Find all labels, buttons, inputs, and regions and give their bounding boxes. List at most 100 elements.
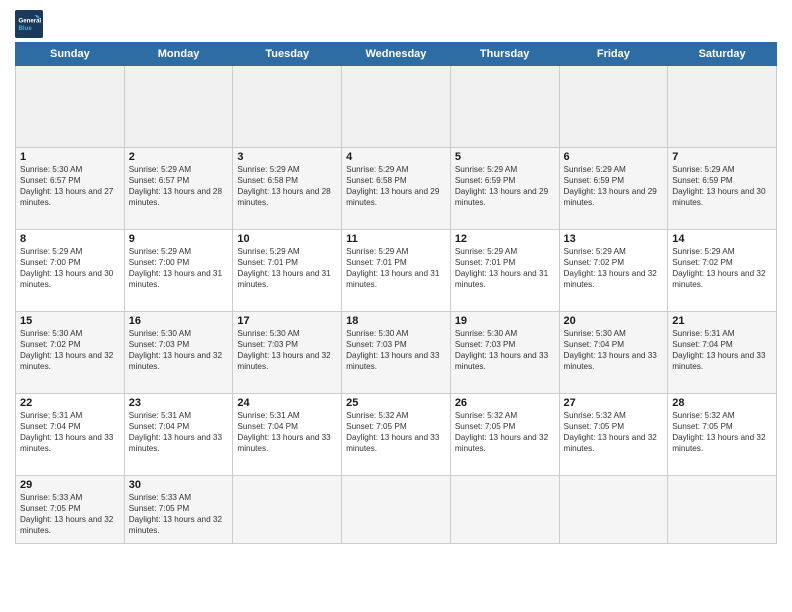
- day-info: Sunrise: 5:29 AMSunset: 7:01 PMDaylight:…: [455, 247, 548, 289]
- table-row: 7 Sunrise: 5:29 AMSunset: 6:59 PMDayligh…: [668, 148, 777, 230]
- day-number: 19: [455, 315, 555, 327]
- day-info: Sunrise: 5:30 AMSunset: 7:03 PMDaylight:…: [237, 329, 330, 371]
- day-info: Sunrise: 5:30 AMSunset: 7:03 PMDaylight:…: [455, 329, 548, 371]
- table-row: 29 Sunrise: 5:33 AMSunset: 7:05 PMDaylig…: [16, 476, 125, 544]
- table-row: [233, 476, 342, 544]
- table-row: 17 Sunrise: 5:30 AMSunset: 7:03 PMDaylig…: [233, 312, 342, 394]
- day-info: Sunrise: 5:31 AMSunset: 7:04 PMDaylight:…: [129, 411, 222, 453]
- day-info: Sunrise: 5:29 AMSunset: 7:02 PMDaylight:…: [564, 247, 657, 289]
- table-row: 14 Sunrise: 5:29 AMSunset: 7:02 PMDaylig…: [668, 230, 777, 312]
- day-info: Sunrise: 5:32 AMSunset: 7:05 PMDaylight:…: [564, 411, 657, 453]
- page-header: General Blue: [15, 10, 777, 38]
- col-sunday: Sunday: [16, 43, 125, 66]
- table-row: 10 Sunrise: 5:29 AMSunset: 7:01 PMDaylig…: [233, 230, 342, 312]
- day-info: Sunrise: 5:30 AMSunset: 6:57 PMDaylight:…: [20, 165, 113, 207]
- day-number: 22: [20, 397, 120, 409]
- col-thursday: Thursday: [450, 43, 559, 66]
- day-number: 6: [564, 151, 664, 163]
- day-number: 2: [129, 151, 229, 163]
- day-number: 20: [564, 315, 664, 327]
- table-row: [124, 66, 233, 148]
- day-number: 15: [20, 315, 120, 327]
- day-info: Sunrise: 5:32 AMSunset: 7:05 PMDaylight:…: [672, 411, 765, 453]
- table-row: 24 Sunrise: 5:31 AMSunset: 7:04 PMDaylig…: [233, 394, 342, 476]
- table-row: [16, 66, 125, 148]
- table-row: [450, 476, 559, 544]
- day-number: 11: [346, 233, 446, 245]
- day-number: 13: [564, 233, 664, 245]
- table-row: 5 Sunrise: 5:29 AMSunset: 6:59 PMDayligh…: [450, 148, 559, 230]
- table-row: 2 Sunrise: 5:29 AMSunset: 6:57 PMDayligh…: [124, 148, 233, 230]
- day-info: Sunrise: 5:29 AMSunset: 7:00 PMDaylight:…: [129, 247, 222, 289]
- table-row: 8 Sunrise: 5:29 AMSunset: 7:00 PMDayligh…: [16, 230, 125, 312]
- table-row: [559, 66, 668, 148]
- day-number: 3: [237, 151, 337, 163]
- table-row: 4 Sunrise: 5:29 AMSunset: 6:58 PMDayligh…: [342, 148, 451, 230]
- day-info: Sunrise: 5:29 AMSunset: 6:57 PMDaylight:…: [129, 165, 222, 207]
- day-info: Sunrise: 5:29 AMSunset: 7:01 PMDaylight:…: [346, 247, 439, 289]
- day-info: Sunrise: 5:31 AMSunset: 7:04 PMDaylight:…: [672, 329, 765, 371]
- day-number: 7: [672, 151, 772, 163]
- table-row: 15 Sunrise: 5:30 AMSunset: 7:02 PMDaylig…: [16, 312, 125, 394]
- table-row: 19 Sunrise: 5:30 AMSunset: 7:03 PMDaylig…: [450, 312, 559, 394]
- day-number: 18: [346, 315, 446, 327]
- table-row: 16 Sunrise: 5:30 AMSunset: 7:03 PMDaylig…: [124, 312, 233, 394]
- table-row: 12 Sunrise: 5:29 AMSunset: 7:01 PMDaylig…: [450, 230, 559, 312]
- day-number: 14: [672, 233, 772, 245]
- table-row: 30 Sunrise: 5:33 AMSunset: 7:05 PMDaylig…: [124, 476, 233, 544]
- table-row: 3 Sunrise: 5:29 AMSunset: 6:58 PMDayligh…: [233, 148, 342, 230]
- day-number: 28: [672, 397, 772, 409]
- day-number: 21: [672, 315, 772, 327]
- table-row: 21 Sunrise: 5:31 AMSunset: 7:04 PMDaylig…: [668, 312, 777, 394]
- svg-text:Blue: Blue: [19, 25, 33, 32]
- day-info: Sunrise: 5:29 AMSunset: 7:02 PMDaylight:…: [672, 247, 765, 289]
- table-row: 20 Sunrise: 5:30 AMSunset: 7:04 PMDaylig…: [559, 312, 668, 394]
- day-info: Sunrise: 5:29 AMSunset: 6:58 PMDaylight:…: [237, 165, 330, 207]
- day-info: Sunrise: 5:30 AMSunset: 7:03 PMDaylight:…: [129, 329, 222, 371]
- day-number: 8: [20, 233, 120, 245]
- table-row: 27 Sunrise: 5:32 AMSunset: 7:05 PMDaylig…: [559, 394, 668, 476]
- day-info: Sunrise: 5:31 AMSunset: 7:04 PMDaylight:…: [237, 411, 330, 453]
- table-row: 23 Sunrise: 5:31 AMSunset: 7:04 PMDaylig…: [124, 394, 233, 476]
- day-number: 17: [237, 315, 337, 327]
- day-number: 4: [346, 151, 446, 163]
- table-row: [342, 66, 451, 148]
- day-info: Sunrise: 5:31 AMSunset: 7:04 PMDaylight:…: [20, 411, 113, 453]
- table-row: 6 Sunrise: 5:29 AMSunset: 6:59 PMDayligh…: [559, 148, 668, 230]
- table-row: [450, 66, 559, 148]
- table-row: [342, 476, 451, 544]
- day-number: 26: [455, 397, 555, 409]
- day-number: 24: [237, 397, 337, 409]
- day-number: 10: [237, 233, 337, 245]
- day-number: 1: [20, 151, 120, 163]
- table-row: 22 Sunrise: 5:31 AMSunset: 7:04 PMDaylig…: [16, 394, 125, 476]
- table-row: 11 Sunrise: 5:29 AMSunset: 7:01 PMDaylig…: [342, 230, 451, 312]
- table-row: 26 Sunrise: 5:32 AMSunset: 7:05 PMDaylig…: [450, 394, 559, 476]
- table-row: 25 Sunrise: 5:32 AMSunset: 7:05 PMDaylig…: [342, 394, 451, 476]
- col-wednesday: Wednesday: [342, 43, 451, 66]
- calendar-table: Sunday Monday Tuesday Wednesday Thursday…: [15, 42, 777, 544]
- col-tuesday: Tuesday: [233, 43, 342, 66]
- day-info: Sunrise: 5:29 AMSunset: 7:01 PMDaylight:…: [237, 247, 330, 289]
- day-info: Sunrise: 5:29 AMSunset: 6:58 PMDaylight:…: [346, 165, 439, 207]
- day-info: Sunrise: 5:30 AMSunset: 7:04 PMDaylight:…: [564, 329, 657, 371]
- day-number: 5: [455, 151, 555, 163]
- day-number: 23: [129, 397, 229, 409]
- day-number: 16: [129, 315, 229, 327]
- col-saturday: Saturday: [668, 43, 777, 66]
- day-number: 9: [129, 233, 229, 245]
- day-info: Sunrise: 5:33 AMSunset: 7:05 PMDaylight:…: [20, 493, 113, 535]
- day-info: Sunrise: 5:29 AMSunset: 6:59 PMDaylight:…: [455, 165, 548, 207]
- table-row: [668, 476, 777, 544]
- day-info: Sunrise: 5:30 AMSunset: 7:02 PMDaylight:…: [20, 329, 113, 371]
- table-row: 9 Sunrise: 5:29 AMSunset: 7:00 PMDayligh…: [124, 230, 233, 312]
- day-info: Sunrise: 5:32 AMSunset: 7:05 PMDaylight:…: [455, 411, 548, 453]
- table-row: 18 Sunrise: 5:30 AMSunset: 7:03 PMDaylig…: [342, 312, 451, 394]
- logo-icon: General Blue: [15, 10, 43, 38]
- day-info: Sunrise: 5:33 AMSunset: 7:05 PMDaylight:…: [129, 493, 222, 535]
- table-row: [668, 66, 777, 148]
- table-row: [233, 66, 342, 148]
- day-number: 27: [564, 397, 664, 409]
- day-number: 29: [20, 479, 120, 491]
- table-row: 13 Sunrise: 5:29 AMSunset: 7:02 PMDaylig…: [559, 230, 668, 312]
